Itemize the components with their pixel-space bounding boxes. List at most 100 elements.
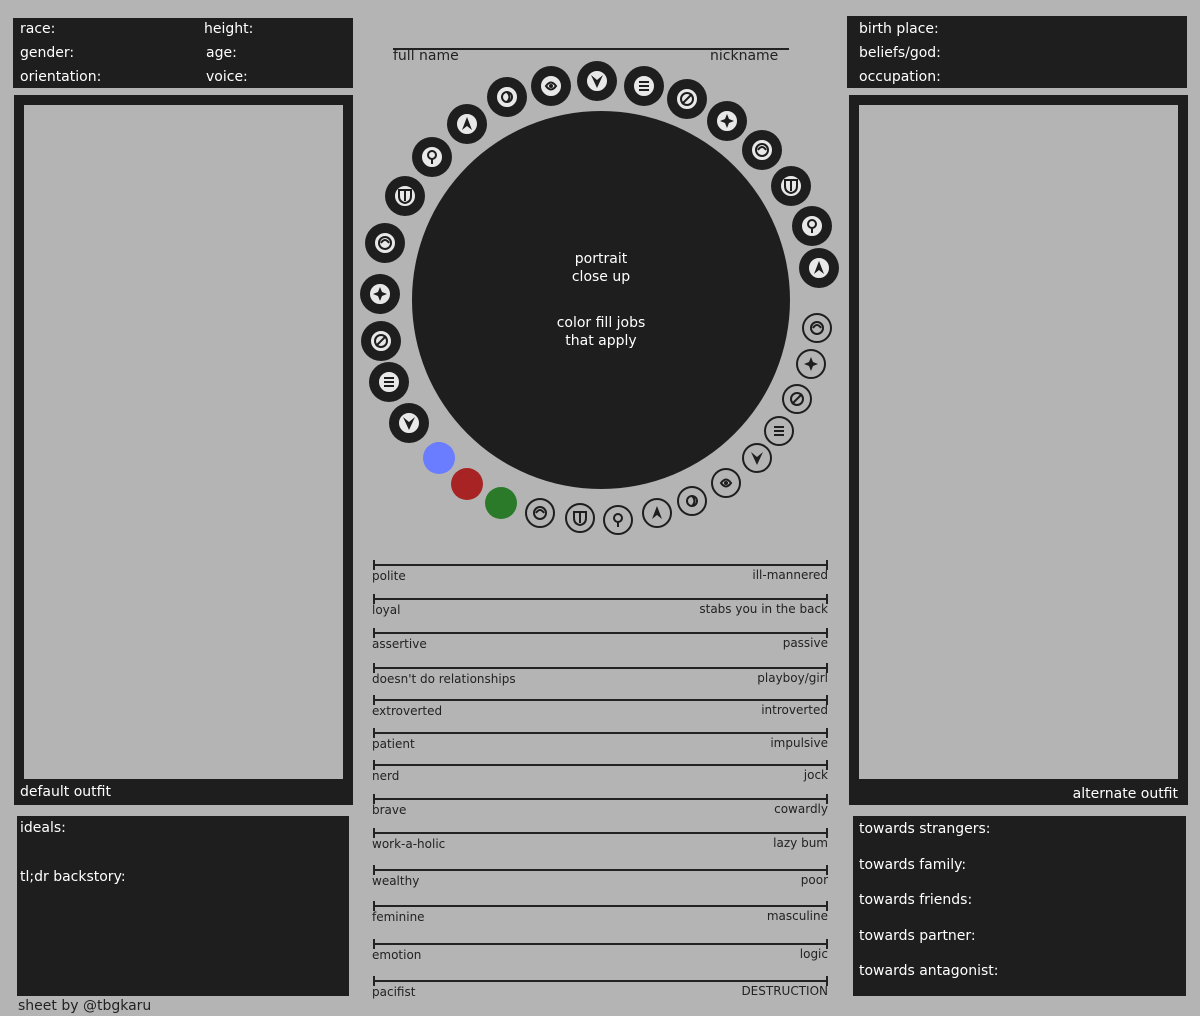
scale-line[interactable] xyxy=(373,560,828,570)
reaper-icon[interactable] xyxy=(577,61,617,101)
scale-line[interactable] xyxy=(373,628,828,638)
dragoon-icon[interactable] xyxy=(799,248,839,288)
red-mage-icon[interactable] xyxy=(365,223,405,263)
scale-line[interactable] xyxy=(373,865,828,875)
scale-line[interactable] xyxy=(373,939,828,949)
botanist-icon[interactable] xyxy=(782,384,812,414)
scale-left-label: assertive xyxy=(372,637,427,651)
beliefs-label: beliefs/god: xyxy=(859,45,941,61)
scale-right-label: masculine xyxy=(766,909,828,923)
voice-label: voice: xyxy=(206,69,248,85)
scale-line[interactable] xyxy=(373,594,828,604)
dps-color-dot[interactable] xyxy=(451,468,483,500)
default-outfit-area[interactable] xyxy=(24,105,343,779)
scale-line[interactable] xyxy=(373,695,828,705)
healer-color-dot[interactable] xyxy=(485,487,517,519)
gender-label: gender: xyxy=(20,45,75,61)
astrologian-icon[interactable] xyxy=(707,101,747,141)
miner-icon[interactable] xyxy=(802,313,832,343)
armorer-icon[interactable] xyxy=(642,498,672,528)
bard-icon[interactable] xyxy=(369,362,409,402)
relationships-box: towards strangers: towards family: towar… xyxy=(853,816,1186,996)
fisher-icon[interactable] xyxy=(796,349,826,379)
origin-info-box: birth place: beliefs/god: occupation: xyxy=(847,16,1187,88)
alternate-outfit-area[interactable] xyxy=(859,105,1178,779)
scale-left-label: emotion xyxy=(372,948,422,962)
alternate-outfit-panel: alternate outfit xyxy=(849,95,1188,805)
summoner-icon[interactable] xyxy=(487,77,527,117)
scale-line[interactable] xyxy=(373,760,828,770)
sage-icon[interactable] xyxy=(792,206,832,246)
occupation-label: occupation: xyxy=(859,69,941,85)
orientation-label: orientation: xyxy=(20,69,102,85)
scale-left-label: wealthy xyxy=(372,874,420,888)
dancer-icon[interactable] xyxy=(360,274,400,314)
paladin-icon[interactable] xyxy=(771,166,811,206)
towards-antagonist-label: towards antagonist: xyxy=(859,963,999,979)
towards-friends-label: towards friends: xyxy=(859,892,973,908)
scale-line[interactable] xyxy=(373,976,828,986)
culinarian-icon[interactable] xyxy=(764,416,794,446)
height-label: height: xyxy=(204,21,254,37)
blacksmith-icon[interactable] xyxy=(565,503,595,533)
scale-left-label: polite xyxy=(372,569,406,583)
scale-left-label: doesn't do relationships xyxy=(372,672,516,686)
alchemist-icon[interactable] xyxy=(603,505,633,535)
scale-left-label: pacifist xyxy=(372,985,416,999)
top-rule xyxy=(847,16,1187,18)
towards-family-label: towards family: xyxy=(859,857,967,873)
scale-right-label: jock xyxy=(803,768,828,782)
scale-right-label: impulsive xyxy=(770,736,828,750)
leatherworker-icon[interactable] xyxy=(711,468,741,498)
scale-right-label: cowardly xyxy=(774,802,828,816)
towards-partner-label: towards partner: xyxy=(859,928,976,944)
scale-left-label: nerd xyxy=(372,769,400,783)
scale-left-label: patient xyxy=(372,737,415,751)
default-outfit-panel: default outfit xyxy=(14,95,353,805)
tank-color-dot[interactable] xyxy=(423,442,455,474)
weaver-icon[interactable] xyxy=(742,443,772,473)
samurai-icon[interactable] xyxy=(667,79,707,119)
backstory-label: tl;dr backstory: xyxy=(20,869,126,885)
birth-place-label: birth place: xyxy=(859,21,939,37)
portrait-text-3: color fill jobs xyxy=(556,315,646,331)
scale-line[interactable] xyxy=(373,901,828,911)
scale-left-label: extroverted xyxy=(372,704,443,718)
age-label: age: xyxy=(206,45,237,61)
scale-line[interactable] xyxy=(373,794,828,804)
machinist-icon[interactable] xyxy=(361,321,401,361)
scale-right-label: logic xyxy=(799,947,828,961)
monk-icon[interactable] xyxy=(624,66,664,106)
scale-line[interactable] xyxy=(373,663,828,673)
dark-knight-icon[interactable] xyxy=(742,130,782,170)
scale-left-label: work-a-holic xyxy=(372,837,446,851)
ideals-box: ideals: tl;dr backstory: xyxy=(17,816,349,996)
scholar-icon[interactable] xyxy=(531,66,571,106)
ninja-icon[interactable] xyxy=(412,137,452,177)
scale-right-label: introverted xyxy=(761,703,828,717)
credit-text: sheet by @tbgkaru xyxy=(18,998,152,1014)
warrior-icon[interactable] xyxy=(389,403,429,443)
scale-right-label: passive xyxy=(782,636,828,650)
carpenter-icon[interactable] xyxy=(525,498,555,528)
black-mage-icon[interactable] xyxy=(385,176,425,216)
scale-left-label: loyal xyxy=(372,603,401,617)
scale-right-label: stabs you in the back xyxy=(699,602,828,616)
scale-right-label: poor xyxy=(800,873,828,887)
scale-right-label: DESTRUCTION xyxy=(741,984,828,998)
scale-line[interactable] xyxy=(373,828,828,838)
portrait-circle[interactable]: portrait close up color fill jobs that a… xyxy=(412,111,790,489)
scale-right-label: lazy bum xyxy=(773,836,828,850)
goldsmith-icon[interactable] xyxy=(677,486,707,516)
white-mage-icon[interactable] xyxy=(447,104,487,144)
scale-line[interactable] xyxy=(373,728,828,738)
race-label: race: xyxy=(20,21,56,37)
portrait-text-1: portrait xyxy=(574,251,628,267)
scale-right-label: playboy/girl xyxy=(757,671,828,685)
towards-strangers-label: towards strangers: xyxy=(859,821,991,837)
scale-left-label: feminine xyxy=(372,910,425,924)
portrait-text-4: that apply xyxy=(565,333,637,349)
nickname-label: nickname xyxy=(710,48,779,64)
default-outfit-label: default outfit xyxy=(20,784,111,800)
alternate-outfit-label: alternate outfit xyxy=(1072,786,1178,802)
